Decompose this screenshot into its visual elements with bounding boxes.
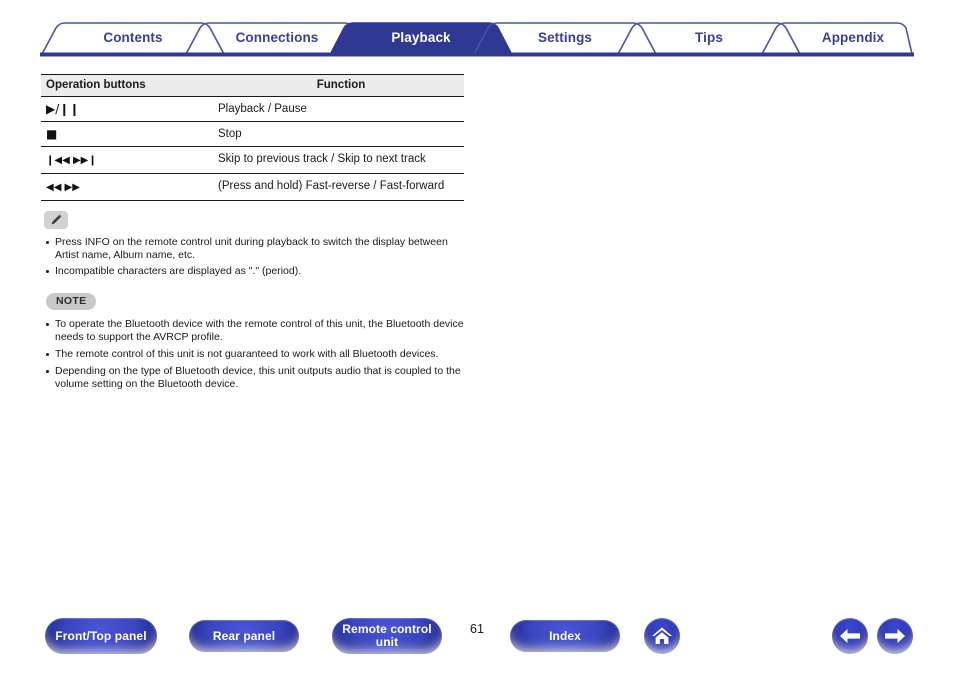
previous-page-button[interactable]	[832, 618, 868, 654]
table-header-function: Function	[218, 74, 464, 97]
pencil-icon	[44, 211, 68, 229]
tab-appendix-label: Appendix	[821, 30, 885, 45]
table-row: ▶/❙❙ Playback / Pause	[41, 96, 464, 122]
list-item: Press INFO on the remote control unit du…	[44, 236, 455, 262]
rear-panel-button-label: Rear panel	[212, 628, 276, 643]
remote-control-unit-button[interactable]: Remote control unit	[332, 618, 442, 654]
list-item: Incompatible characters are displayed as…	[44, 265, 455, 278]
info-block: Press INFO on the remote control unit du…	[44, 211, 514, 281]
arrow-right-icon	[885, 629, 905, 643]
tab-appendix[interactable]: Appendix	[762, 21, 944, 54]
table-row: ◀◀ ▶▶ (Press and hold) Fast-reverse / Fa…	[41, 173, 464, 201]
rear-panel-button[interactable]: Rear panel	[189, 620, 299, 652]
front-top-panel-button-label: Front/Top panel	[55, 628, 147, 643]
pencil-icon-glyph	[51, 214, 62, 225]
tab-settings-label: Settings	[537, 30, 593, 45]
arrow-left-icon	[840, 629, 860, 643]
operation-buttons-table: Operation buttons Function ▶/❙❙ Playback…	[41, 74, 464, 201]
tab-connections-label: Connections	[235, 30, 319, 45]
play-pause-icon: ▶/❙❙	[46, 102, 80, 116]
table-cell-function: (Press and hold) Fast-reverse / Fast-for…	[218, 173, 464, 201]
table-row: ■ Stop	[41, 121, 464, 147]
note-badge: NOTE	[46, 293, 97, 310]
tab-tips-label: Tips	[695, 30, 723, 45]
info-bullet-list: Press INFO on the remote control unit du…	[44, 236, 514, 278]
list-item: To operate the Bluetooth device with the…	[44, 318, 475, 344]
note-block: NOTE To operate the Bluetooth device wit…	[46, 291, 516, 395]
tab-contents-label: Contents	[103, 30, 163, 45]
next-page-button[interactable]	[877, 618, 913, 654]
front-top-panel-button[interactable]: Front/Top panel	[45, 618, 157, 654]
table-header-row: Operation buttons Function	[41, 74, 464, 97]
index-button[interactable]: Index	[510, 620, 620, 652]
table-cell-function: Stop	[218, 121, 464, 147]
index-button-label: Index	[549, 628, 581, 643]
note-bullet-list: To operate the Bluetooth device with the…	[44, 318, 516, 391]
table-cell-function: Playback / Pause	[218, 96, 464, 122]
table-row: ❙◀◀ ▶▶❙ Skip to previous track / Skip to…	[41, 146, 464, 174]
table-cell-function: Skip to previous track / Skip to next tr…	[218, 146, 464, 174]
home-button[interactable]	[644, 618, 680, 654]
fast-reverse-forward-icon: ◀◀ ▶▶	[46, 182, 80, 193]
skip-prev-next-icon: ❙◀◀ ▶▶❙	[46, 155, 97, 166]
home-icon	[652, 627, 672, 644]
page-number: 61	[470, 622, 484, 636]
list-item: The remote control of this unit is not g…	[44, 348, 475, 361]
table-header-operation-buttons: Operation buttons	[41, 74, 218, 97]
remote-control-unit-button-label: Remote control unit	[342, 622, 432, 649]
tab-bar: Contents Connections Playback Settings T…	[40, 21, 914, 57]
stop-icon: ■	[46, 127, 58, 141]
tab-playback-label: Playback	[391, 30, 451, 45]
list-item: Depending on the type of Bluetooth devic…	[44, 365, 475, 391]
